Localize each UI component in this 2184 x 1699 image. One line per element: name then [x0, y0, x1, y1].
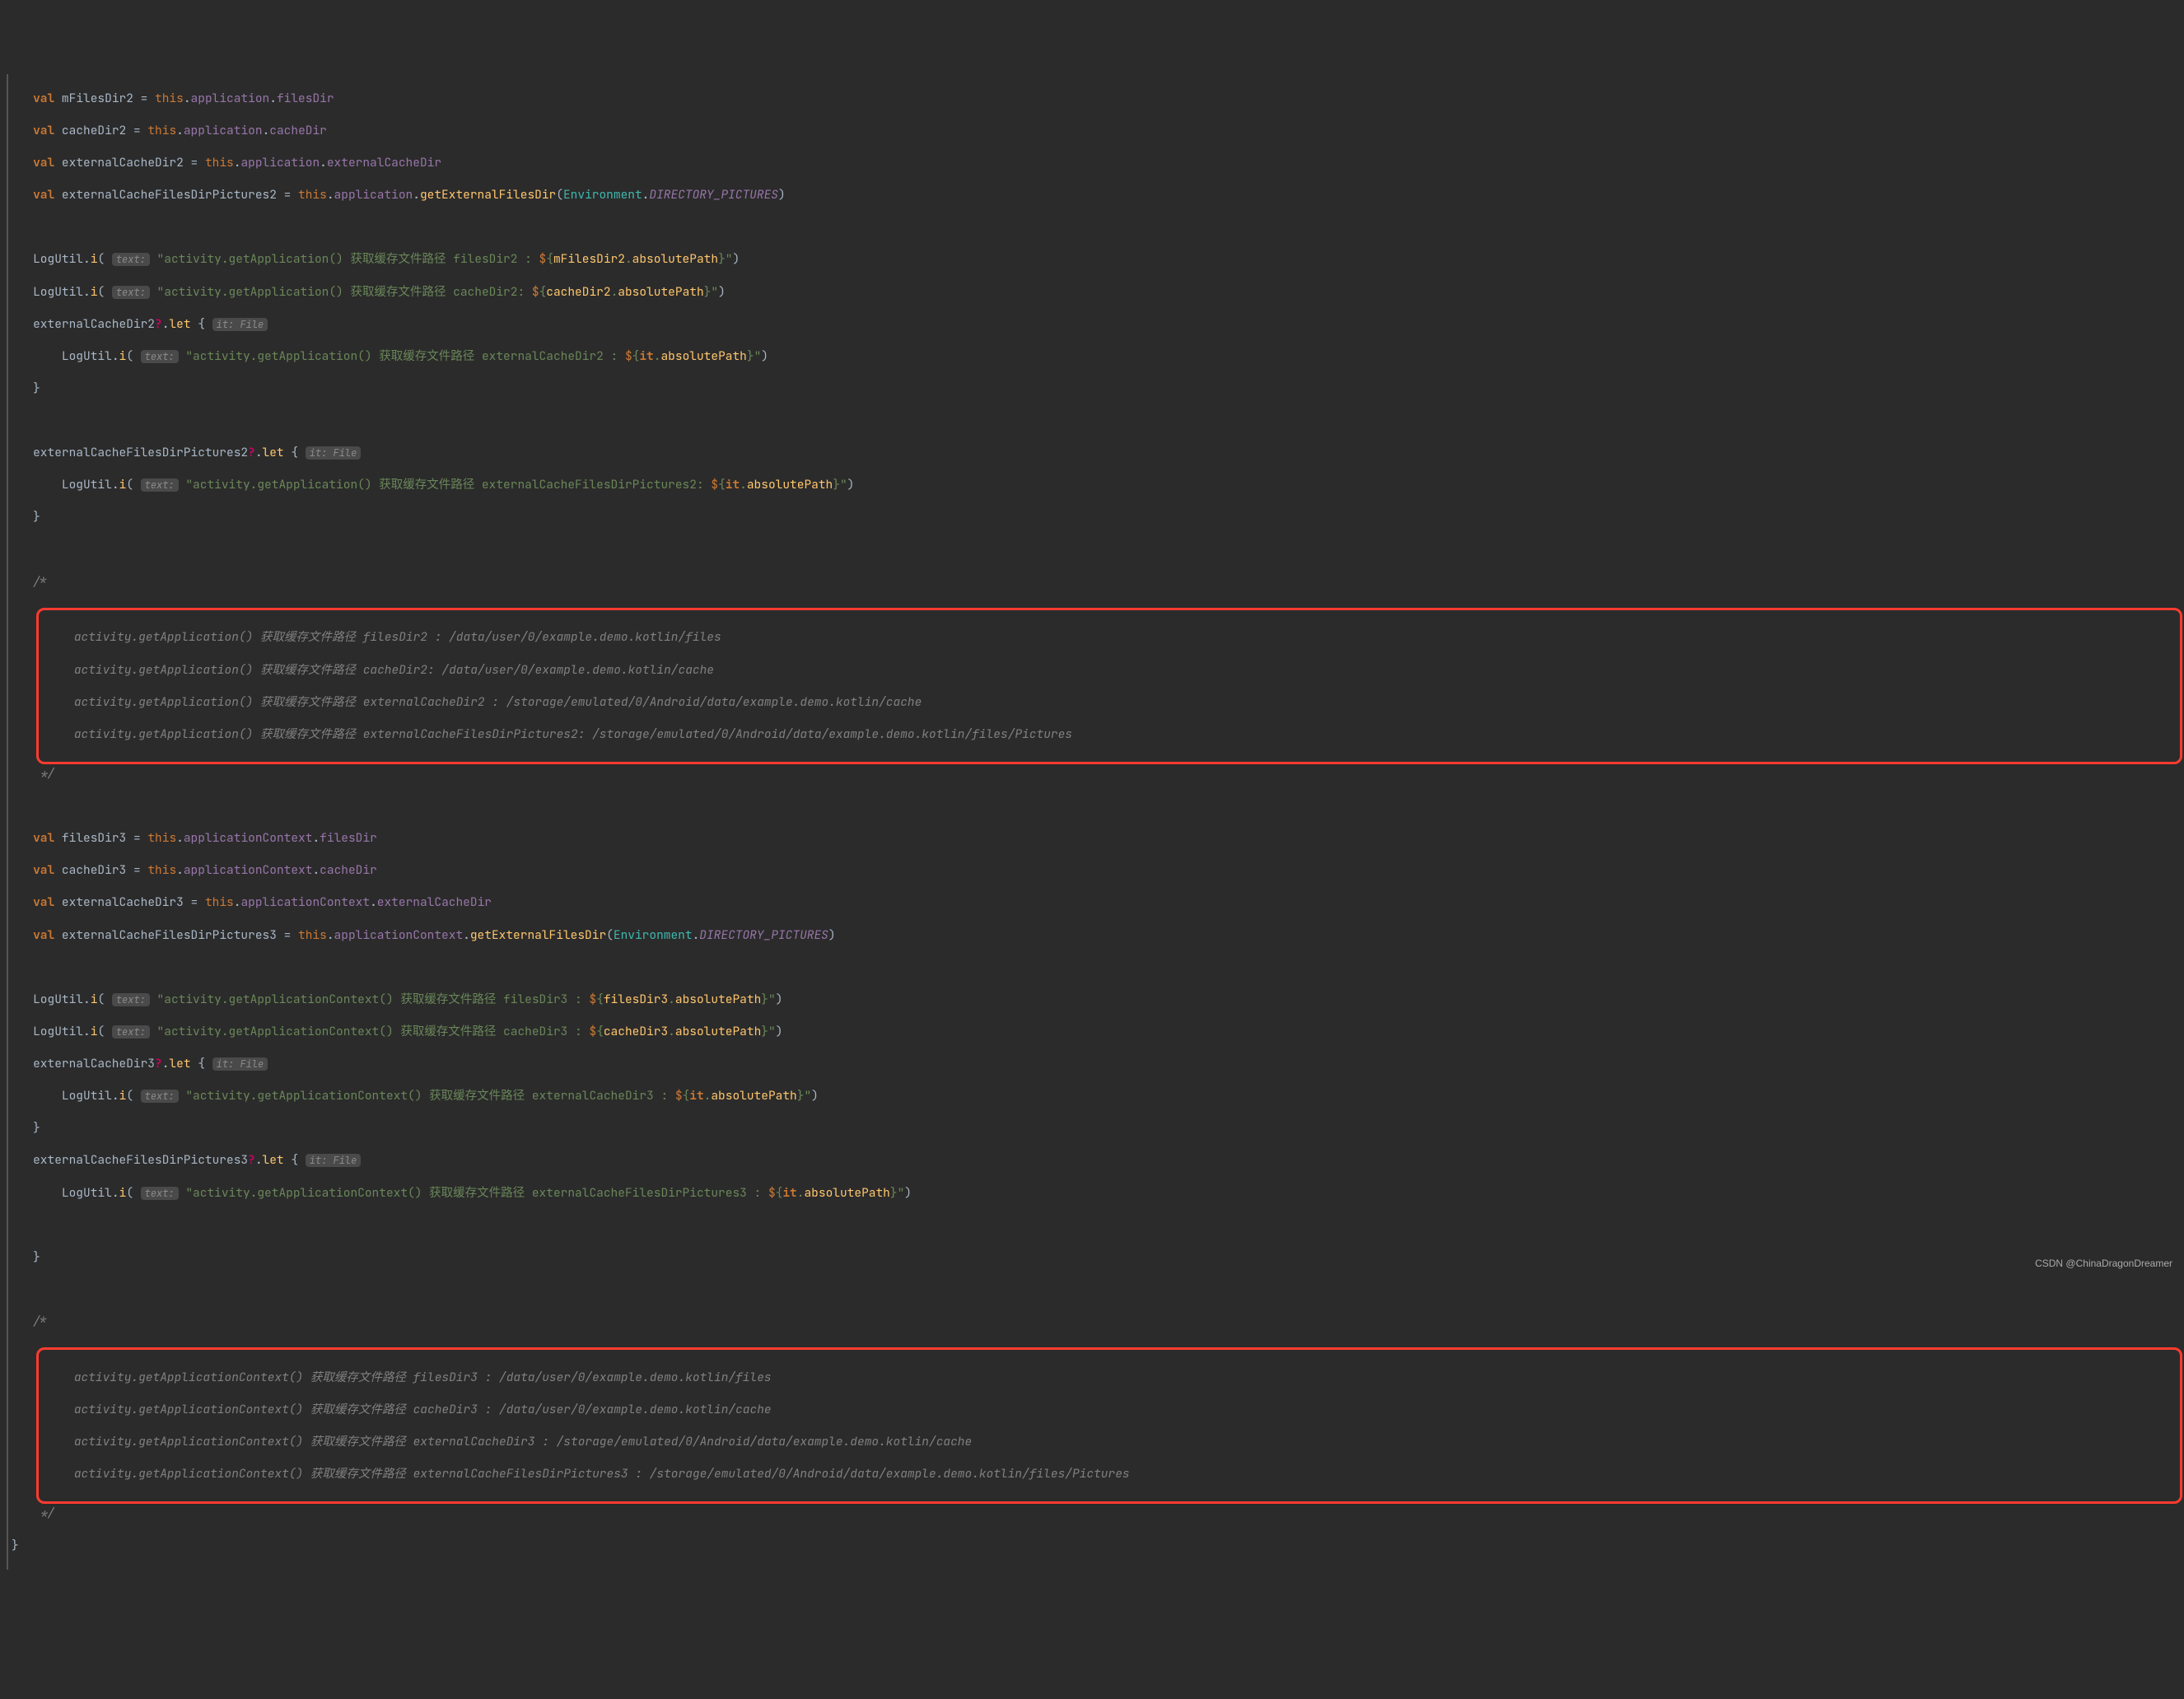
code-line: val externalCacheDir3 = this.application…	[12, 894, 2177, 911]
code-line: externalCacheDir2?.let { it: File	[12, 316, 2177, 333]
code-line: LogUtil.i( text: "activity.getApplicatio…	[12, 477, 2177, 493]
param-hint: text:	[141, 478, 179, 492]
param-hint: text:	[112, 253, 150, 266]
lambda-hint: it: File	[306, 446, 362, 460]
blank-line	[12, 542, 2177, 558]
code-line: val cacheDir3 = this.applicationContext.…	[12, 862, 2177, 879]
lambda-hint: it: File	[212, 1057, 268, 1071]
lambda-hint: it: File	[306, 1154, 362, 1167]
highlight-box-1: activity.getApplication() 获取缓存文件路径 files…	[36, 608, 2182, 764]
comment-close: */	[12, 1505, 2177, 1522]
blank-line	[12, 219, 2177, 236]
param-hint: text:	[141, 1090, 179, 1103]
code-line: LogUtil.i( text: "activity.getApplicatio…	[12, 284, 2177, 301]
comment-open: /*	[12, 574, 2177, 590]
comment-open: /*	[12, 1314, 2177, 1330]
param-hint: text:	[112, 1025, 150, 1039]
highlight-box-2: activity.getApplicationContext() 获取缓存文件路…	[36, 1347, 2182, 1504]
code-line: LogUtil.i( text: "activity.getApplicatio…	[12, 1185, 2177, 1202]
comment-line: activity.getApplication() 获取缓存文件路径 files…	[45, 629, 2173, 646]
blank-line	[12, 1217, 2177, 1234]
code-line: val cacheDir2 = this.application.cacheDi…	[12, 123, 2177, 139]
code-line: val mFilesDir2 = this.application.filesD…	[12, 91, 2177, 107]
code-line: LogUtil.i( text: "activity.getApplicatio…	[12, 1088, 2177, 1104]
watermark: CSDN @ChinaDragonDreamer	[2035, 1257, 2172, 1270]
code-editor[interactable]: val mFilesDir2 = this.application.filesD…	[7, 74, 2177, 1570]
code-line: }	[12, 1120, 2177, 1137]
code-line: }	[12, 1538, 2177, 1554]
param-hint: text:	[112, 286, 150, 299]
lambda-hint: it: File	[212, 318, 268, 331]
blank-line	[12, 798, 2177, 814]
comment-line: activity.getApplicationContext() 获取缓存文件路…	[45, 1370, 2173, 1386]
code-line: externalCacheFilesDirPictures3?.let { it…	[12, 1152, 2177, 1169]
blank-line	[12, 1281, 2177, 1298]
param-hint: text:	[141, 350, 179, 363]
blank-line	[12, 959, 2177, 976]
param-hint: text:	[141, 1187, 179, 1200]
comment-line: activity.getApplication() 获取缓存文件路径 cache…	[45, 662, 2173, 679]
comment-line: activity.getApplicationContext() 获取缓存文件路…	[45, 1466, 2173, 1482]
code-line: }	[12, 1249, 2177, 1266]
code-line: LogUtil.i( text: "activity.getApplicatio…	[12, 1024, 2177, 1040]
code-line: LogUtil.i( text: "activity.getApplicatio…	[12, 251, 2177, 268]
code-line: LogUtil.i( text: "activity.getApplicatio…	[12, 348, 2177, 365]
code-line: val filesDir3 = this.applicationContext.…	[12, 830, 2177, 847]
code-line: val externalCacheDir2 = this.application…	[12, 155, 2177, 171]
comment-line: activity.getApplicationContext() 获取缓存文件路…	[45, 1402, 2173, 1418]
comment-close: */	[12, 766, 2177, 782]
comment-line: activity.getApplicationContext() 获取缓存文件路…	[45, 1434, 2173, 1450]
code-line: LogUtil.i( text: "activity.getApplicatio…	[12, 992, 2177, 1008]
comment-line: activity.getApplication() 获取缓存文件路径 exter…	[45, 726, 2173, 743]
comment-line: activity.getApplication() 获取缓存文件路径 exter…	[45, 694, 2173, 711]
code-line: val externalCacheFilesDirPictures2 = thi…	[12, 187, 2177, 203]
param-hint: text:	[112, 993, 150, 1006]
blank-line	[12, 413, 2177, 429]
code-line: externalCacheFilesDirPictures2?.let { it…	[12, 445, 2177, 461]
code-line: }	[12, 380, 2177, 397]
code-line: }	[12, 509, 2177, 525]
code-line: val externalCacheFilesDirPictures3 = thi…	[12, 927, 2177, 944]
code-line: externalCacheDir3?.let { it: File	[12, 1056, 2177, 1072]
